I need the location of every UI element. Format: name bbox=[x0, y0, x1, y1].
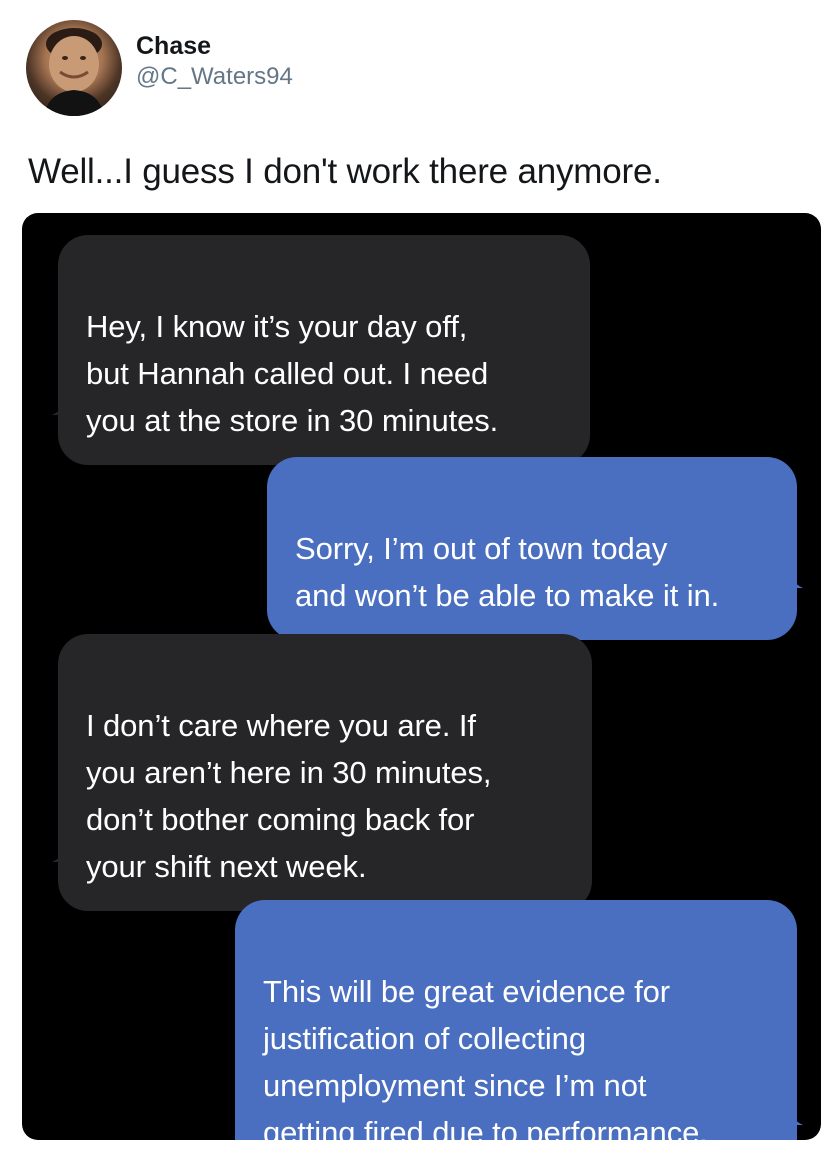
avatar[interactable] bbox=[26, 20, 122, 116]
tweet-card: Chase @C_Waters94 Well...I guess I don't… bbox=[0, 0, 840, 1172]
tweet-header: Chase @C_Waters94 bbox=[26, 20, 293, 116]
bubble-tail-outgoing bbox=[773, 1096, 803, 1126]
bubble-tail-incoming bbox=[52, 386, 82, 416]
message-text: This will be great evidence for justific… bbox=[263, 974, 708, 1140]
display-name[interactable]: Chase bbox=[136, 30, 293, 62]
message-text: Hey, I know it’s your day off, but Hanna… bbox=[86, 309, 499, 438]
message-text: Sorry, I’m out of town today and won’t b… bbox=[295, 531, 720, 613]
message-bubble-incoming: I don’t care where you are. If you aren’… bbox=[58, 634, 592, 911]
tweet-image[interactable]: Hey, I know it’s your day off, but Hanna… bbox=[22, 213, 821, 1140]
message-bubble-outgoing: This will be great evidence for justific… bbox=[235, 900, 797, 1140]
person-icon bbox=[44, 28, 104, 116]
user-handle[interactable]: @C_Waters94 bbox=[136, 62, 293, 92]
tweet-text: Well...I guess I don't work there anymor… bbox=[28, 152, 662, 191]
message-text: I don’t care where you are. If you aren’… bbox=[86, 708, 492, 884]
message-bubble-outgoing: Sorry, I’m out of town today and won’t b… bbox=[267, 457, 797, 640]
bubble-tail-outgoing bbox=[773, 559, 803, 589]
message-bubble-incoming: Hey, I know it’s your day off, but Hanna… bbox=[58, 235, 590, 465]
bubble-tail-incoming bbox=[52, 833, 82, 863]
user-info: Chase @C_Waters94 bbox=[136, 30, 293, 92]
